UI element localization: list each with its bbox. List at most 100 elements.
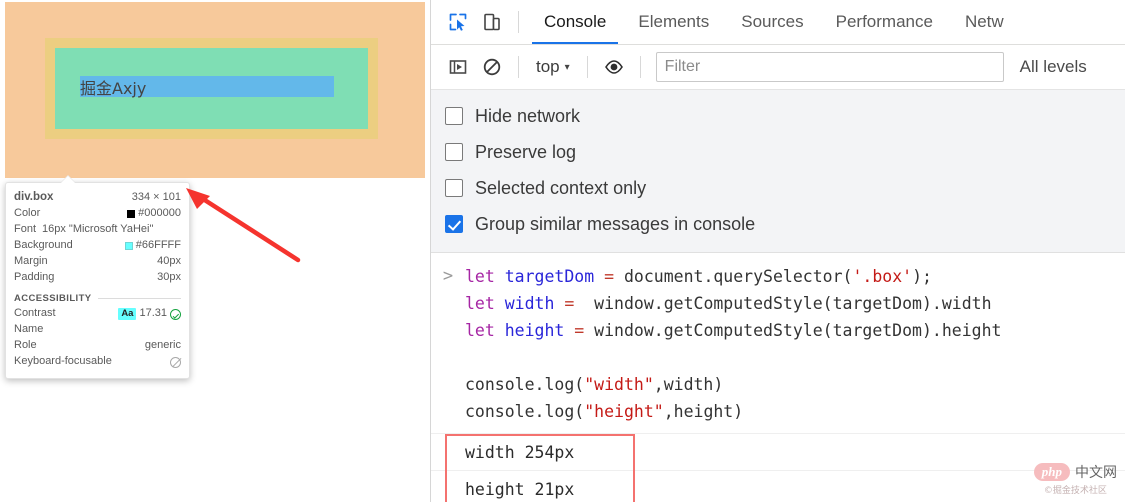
- tab-network[interactable]: Netw: [949, 0, 1020, 44]
- console-body: > let targetDom = document.querySelector…: [431, 253, 1125, 502]
- aria-name-label: Name: [14, 323, 44, 336]
- console-filter-bar: top ▾ All levels: [431, 45, 1125, 90]
- code-token: let: [465, 294, 505, 313]
- selected-context-only-checkbox[interactable]: [445, 179, 463, 197]
- console-settings-list: Hide network Preserve log Selected conte…: [431, 90, 1125, 253]
- code-token: targetDom: [504, 267, 605, 286]
- tooltip-row-margin: Margin 40px: [14, 254, 181, 270]
- checkbox-row-group-similar[interactable]: Group similar messages in console: [431, 206, 1125, 242]
- tooltip-pointer-icon: [61, 176, 75, 183]
- checkbox-row-selected-context-only[interactable]: Selected context only: [431, 170, 1125, 206]
- tooltip-row-font: Font 16px "Microsoft YaHei": [14, 222, 181, 238]
- code-token: =: [564, 294, 595, 313]
- tab-sources[interactable]: Sources: [725, 0, 819, 44]
- highlight-text-node: 掘金Axjy: [80, 76, 334, 98]
- console-code-line: let height = window.getComputedStyle(tar…: [465, 317, 1001, 344]
- contrast-label: Contrast: [14, 307, 56, 320]
- tab-performance[interactable]: Performance: [820, 0, 949, 44]
- keyboard-focusable-label: Keyboard-focusable: [14, 355, 112, 368]
- code-token: window.getComputedStyle(targetDom).width: [594, 294, 992, 313]
- code-token: window.getComputedStyle(targetDom).heigh…: [594, 321, 1002, 340]
- color-swatch-icon: [127, 210, 136, 218]
- code-token: '.box': [852, 267, 913, 286]
- code-token: let: [465, 321, 505, 340]
- toolbar-divider: [518, 11, 519, 33]
- tooltip-background-label: Background: [14, 239, 73, 252]
- console-sidebar-icon[interactable]: [441, 50, 475, 84]
- console-output-group: width 254px height 21px: [431, 434, 1125, 502]
- preserve-log-checkbox[interactable]: [445, 143, 463, 161]
- code-token: ,height): [663, 402, 744, 421]
- aria-role-label: Role: [14, 339, 37, 352]
- execution-context-label: top: [536, 57, 560, 76]
- devtools-panel: Console Elements Sources Performance Net…: [430, 0, 1125, 502]
- screenshot-root: 掘金Axjy div.box 334 × 101 Color #000000 F…: [0, 0, 1125, 502]
- php-logo-badge: php: [1033, 463, 1070, 481]
- tooltip-margin-label: Margin: [14, 255, 48, 268]
- code-token: console.log(: [465, 402, 585, 421]
- tooltip-row-background: Background #66FFFF: [14, 238, 181, 254]
- accessibility-section-heading: ACCESSIBILITY: [14, 293, 181, 304]
- console-output-row-height: height 21px: [431, 471, 1125, 502]
- filterbar-divider-1: [518, 56, 519, 78]
- console-code-line: let width = window.getComputedStyle(targ…: [465, 290, 1001, 317]
- execution-context-selector[interactable]: top ▾: [528, 57, 578, 77]
- tooltip-row-name: Name: [14, 322, 181, 338]
- console-prompt-icon: >: [442, 266, 454, 286]
- checkbox-row-hide-network[interactable]: Hide network: [431, 98, 1125, 134]
- selected-context-only-label: Selected context only: [475, 177, 647, 198]
- not-allowed-icon: [170, 356, 181, 368]
- console-output-row-width: width 254px: [431, 434, 1125, 471]
- console-code-line: [465, 344, 1001, 371]
- log-level-selector[interactable]: All levels: [1020, 57, 1087, 77]
- live-expression-icon[interactable]: [597, 50, 631, 84]
- console-code-line: let targetDom = document.querySelector('…: [465, 263, 1001, 290]
- code-token: );: [912, 267, 932, 286]
- tooltip-dimensions: 334 × 101: [131, 191, 181, 204]
- watermark-title: 中文网: [1075, 465, 1117, 481]
- check-circle-icon: [170, 308, 181, 320]
- tooltip-padding-value: 30px: [157, 271, 181, 284]
- code-token: document.querySelector(: [623, 267, 853, 286]
- code-token: "width": [584, 375, 654, 394]
- checkbox-row-preserve-log[interactable]: Preserve log: [431, 134, 1125, 170]
- tooltip-color-value: #000000: [138, 207, 181, 220]
- tooltip-row-keyboard-focusable: Keyboard-focusable: [14, 354, 181, 370]
- chevron-down-icon: ▾: [564, 61, 570, 73]
- hide-network-checkbox[interactable]: [445, 107, 463, 125]
- tooltip-background-value: #66FFFF: [135, 239, 181, 252]
- preserve-log-label: Preserve log: [475, 141, 577, 162]
- clear-console-icon[interactable]: [475, 50, 509, 84]
- group-similar-checkbox[interactable]: [445, 215, 463, 233]
- code-token: =: [604, 267, 624, 286]
- red-annotation-arrow-icon: [186, 188, 301, 263]
- console-input-entry[interactable]: > let targetDom = document.querySelector…: [431, 253, 1125, 434]
- device-toolbar-icon[interactable]: [475, 5, 509, 39]
- tooltip-padding-label: Padding: [14, 271, 55, 284]
- console-input-code[interactable]: let targetDom = document.querySelector('…: [465, 263, 1001, 425]
- group-similar-label: Group similar messages in console: [475, 213, 756, 234]
- tooltip-color-label: Color: [14, 207, 41, 220]
- code-token: height: [504, 321, 575, 340]
- tooltip-row-padding: Padding 30px: [14, 270, 181, 286]
- page-preview-pane: 掘金Axjy div.box 334 × 101 Color #000000 F…: [0, 0, 430, 502]
- filter-input[interactable]: [655, 52, 1004, 82]
- inspect-element-icon[interactable]: [441, 5, 475, 39]
- tooltip-header-row: div.box 334 × 101: [14, 190, 181, 206]
- aria-role-value: generic: [144, 339, 181, 352]
- tooltip-font-value: 16px "Microsoft YaHei": [42, 223, 154, 236]
- tooltip-row-role: Role generic: [14, 338, 181, 354]
- tooltip-row-contrast: Contrast Aa 17.31: [14, 306, 181, 322]
- console-code-line: console.log("height",height): [465, 398, 1001, 425]
- tooltip-font-label: Font: [14, 223, 37, 236]
- hide-network-label: Hide network: [475, 105, 581, 126]
- filterbar-divider-2: [586, 56, 588, 78]
- watermark: php 中文网 ©掘金技术社区: [1033, 462, 1117, 496]
- devtools-tabstrip: Console Elements Sources Performance Net…: [431, 0, 1125, 45]
- tooltip-selector: div.box: [14, 191, 54, 204]
- tab-console[interactable]: Console: [528, 0, 622, 44]
- tab-elements[interactable]: Elements: [622, 0, 725, 44]
- filterbar-divider-3: [639, 56, 641, 78]
- element-info-tooltip: div.box 334 × 101 Color #000000 Font 16p…: [5, 176, 190, 379]
- tooltip-row-color: Color #000000: [14, 206, 181, 222]
